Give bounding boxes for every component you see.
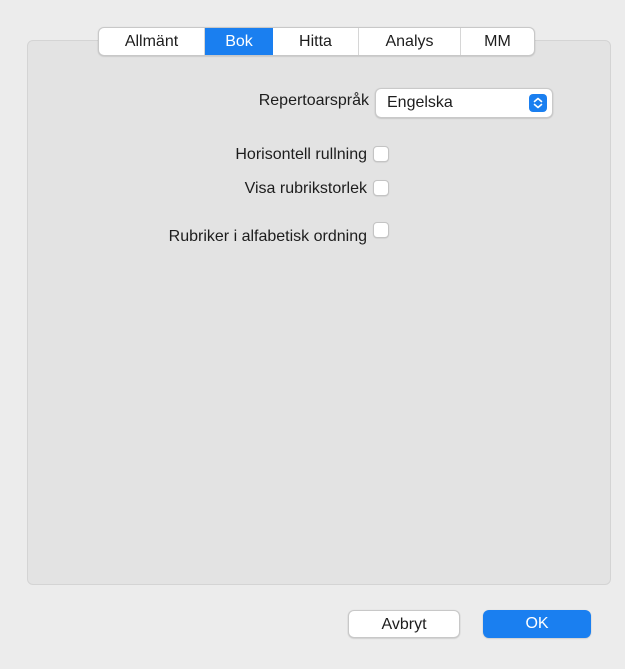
alphabetical-rubrics-label: Rubriker i alfabetisk ordning	[168, 228, 367, 245]
ok-button[interactable]: OK	[483, 610, 591, 638]
tab-mm[interactable]: MM	[461, 28, 534, 55]
language-select-value: Engelska	[387, 94, 453, 111]
tab-allmant[interactable]: Allmänt	[99, 28, 205, 55]
cancel-button[interactable]: Avbryt	[348, 610, 460, 638]
tab-bok[interactable]: Bok	[205, 28, 273, 55]
alphabetical-rubrics-checkbox[interactable]	[373, 222, 389, 238]
language-select[interactable]: Engelska	[375, 88, 553, 118]
horizontal-scrolling-label: Horisontell rullning	[235, 146, 367, 163]
show-rubric-size-label: Visa rubrikstorlek	[244, 180, 367, 197]
preferences-window: Allmänt Bok Hitta Analys MM Repertoarspr…	[0, 0, 625, 669]
tab-bar: Allmänt Bok Hitta Analys MM	[98, 27, 535, 56]
tab-analys[interactable]: Analys	[359, 28, 461, 55]
language-label: Repertoarspråk	[258, 92, 369, 109]
horizontal-scrolling-checkbox[interactable]	[373, 146, 389, 162]
up-down-chevron-icon	[529, 94, 547, 112]
tab-hitta[interactable]: Hitta	[273, 28, 359, 55]
show-rubric-size-checkbox[interactable]	[373, 180, 389, 196]
settings-panel	[27, 40, 611, 585]
